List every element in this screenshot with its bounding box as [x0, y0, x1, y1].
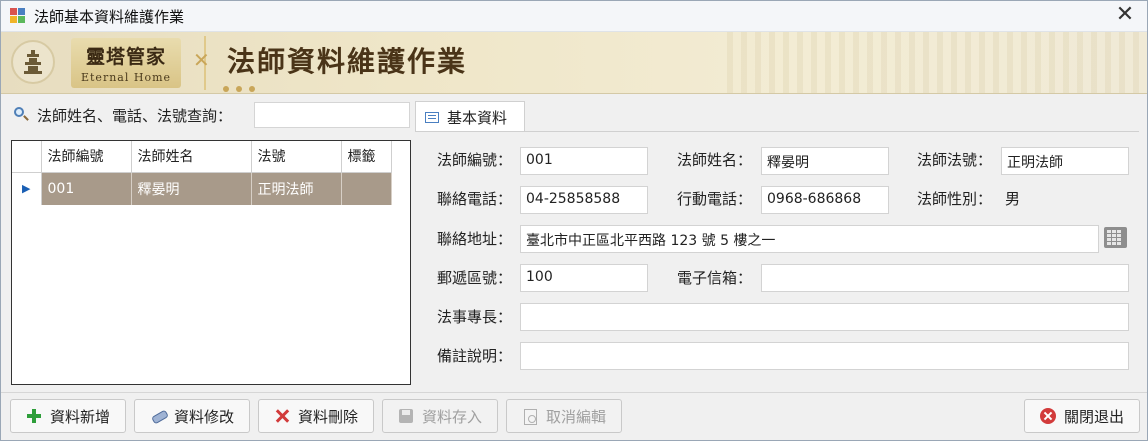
name-field[interactable]: 釋晏明 — [761, 147, 889, 175]
cancel-button-label: 取消編輯 — [545, 407, 606, 426]
search-icon — [13, 106, 31, 124]
exit-button-label: 關閉退出 — [1063, 407, 1124, 426]
brand-logo: 靈塔管家 Eternal Home — [71, 38, 181, 88]
keypad-icon[interactable] — [1104, 227, 1127, 248]
title-bar: 法師基本資料維護作業 ✕ — [1, 1, 1147, 32]
cell-dharma[interactable]: 正明法師 — [251, 172, 342, 205]
decorative-cross-icon: ✕ — [193, 48, 210, 72]
eraser-icon — [150, 408, 166, 424]
window-close-button[interactable]: ✕ — [1111, 3, 1139, 29]
phone-label: 聯絡電話： — [437, 190, 513, 208]
document-icon — [522, 408, 538, 425]
delete-x-icon — [274, 408, 290, 424]
id-field[interactable]: 001 — [520, 147, 648, 175]
column-header-tag[interactable]: 標籤 — [341, 141, 392, 173]
edit-button-label: 資料修改 — [173, 407, 234, 426]
email-label: 電子信箱： — [677, 269, 753, 287]
form-icon — [425, 111, 439, 123]
floppy-disk-icon — [398, 408, 414, 424]
row-indicator-icon[interactable]: ▶ — [12, 172, 42, 205]
cancel-button[interactable]: 取消編輯 — [506, 399, 622, 433]
delete-button[interactable]: 資料刪除 — [258, 399, 374, 433]
grid-header-row: 法師編號 法師姓名 法號 標籤 — [12, 141, 392, 173]
column-header-name[interactable]: 法師姓名 — [131, 141, 252, 173]
decorative-dots — [223, 80, 262, 93]
banner-title: 法師資料維護作業 — [227, 45, 468, 78]
cell-id[interactable]: 001 — [41, 172, 132, 205]
column-header-id[interactable]: 法師編號 — [41, 141, 132, 173]
window-title: 法師基本資料維護作業 — [34, 7, 185, 26]
tab-label: 基本資料 — [447, 108, 508, 127]
grid-corner-cell — [12, 141, 42, 173]
search-bar: 法師姓名、電話、法號查詢： — [11, 102, 411, 128]
dharma-label: 法師法號： — [917, 151, 993, 169]
address-field[interactable]: 臺北市中正區北平西路 123 號 5 樓之一 — [520, 225, 1099, 253]
cell-name[interactable]: 釋晏明 — [131, 172, 252, 205]
mobile-field[interactable]: 0968-686868 — [761, 186, 889, 214]
add-button-label: 資料新增 — [49, 407, 110, 426]
search-label: 法師姓名、電話、法號查詢： — [37, 106, 233, 125]
column-header-dharma[interactable]: 法號 — [251, 141, 342, 173]
name-label: 法師姓名： — [677, 151, 753, 169]
grid-table: 法師編號 法師姓名 法號 標籤 ▶ 001 釋晏明 正明法師 — [12, 141, 392, 205]
tab-basic-info[interactable]: 基本資料 — [415, 101, 525, 132]
save-button-label: 資料存入 — [421, 407, 482, 426]
add-button[interactable]: 資料新增 — [10, 399, 126, 433]
id-label: 法師編號： — [437, 151, 513, 169]
gender-label: 法師性別： — [917, 190, 993, 208]
brand-subtitle: Eternal Home — [80, 71, 172, 84]
zip-label: 郵遞區號： — [437, 269, 513, 287]
mobile-label: 行動電話： — [677, 190, 753, 208]
exit-button[interactable]: 關閉退出 — [1024, 399, 1140, 433]
master-list-grid: 法師編號 法師姓名 法號 標籤 ▶ 001 釋晏明 正明法師 — [11, 140, 411, 385]
pagoda-logo-icon — [11, 40, 55, 84]
specialty-label: 法事專長： — [437, 308, 513, 326]
cell-tag[interactable] — [341, 172, 392, 205]
zip-field[interactable]: 100 — [520, 264, 648, 292]
address-label: 聯絡地址： — [437, 230, 513, 248]
toolbar-divider — [1, 392, 1147, 393]
email-field[interactable] — [761, 264, 1129, 292]
plus-icon — [26, 408, 42, 424]
edit-button[interactable]: 資料修改 — [134, 399, 250, 433]
specialty-field[interactable] — [520, 303, 1129, 331]
delete-button-label: 資料刪除 — [297, 407, 358, 426]
close-circle-icon — [1039, 408, 1056, 424]
app-icon — [10, 8, 26, 24]
gender-value[interactable]: 男 — [1005, 188, 1020, 209]
phone-field[interactable]: 04-25858588 — [520, 186, 648, 214]
header-banner: 靈塔管家 Eternal Home ✕ 法師資料維護作業 — [1, 32, 1147, 94]
note-label: 備註說明： — [437, 347, 513, 365]
table-row[interactable]: ▶ 001 釋晏明 正明法師 — [12, 172, 392, 205]
note-field[interactable] — [520, 342, 1129, 370]
dharma-field[interactable]: 正明法師 — [1001, 147, 1129, 175]
brand-name: 靈塔管家 — [85, 46, 166, 68]
main-window: 法師基本資料維護作業 ✕ 靈塔管家 Eternal Home ✕ 法師資料維護作… — [0, 0, 1148, 441]
save-button[interactable]: 資料存入 — [382, 399, 498, 433]
search-input[interactable] — [254, 102, 410, 128]
